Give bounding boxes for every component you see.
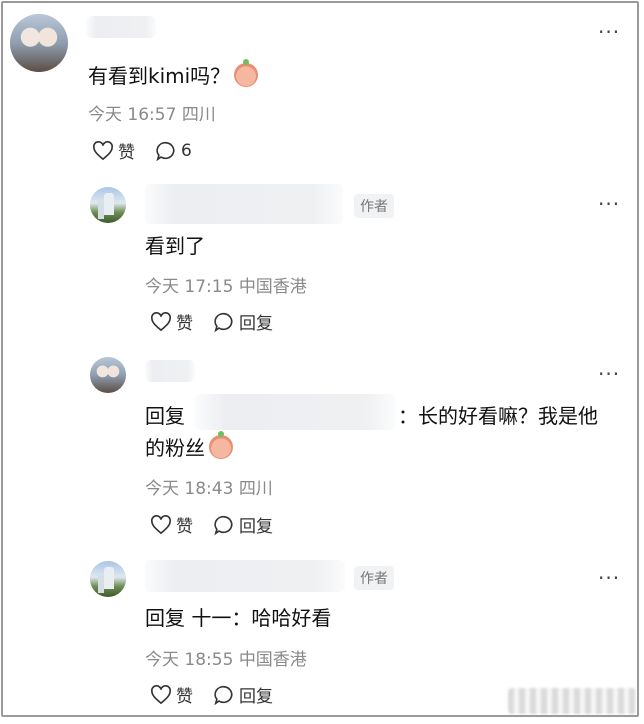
reply-label: 回复 [239, 687, 273, 707]
like-label: 赞 [176, 517, 193, 537]
reply-meta: 今天 18:43 四川 [145, 479, 273, 499]
reply-actions: 赞 回复 [150, 682, 293, 707]
heart-icon [151, 514, 171, 534]
more-options-icon[interactable]: ··· [598, 362, 620, 386]
blurred-username [86, 16, 156, 38]
emoji-icon [234, 59, 259, 87]
blurred-username [145, 560, 345, 592]
avatar[interactable] [90, 187, 126, 223]
reply-text: 回复 十一：哈哈好看 [145, 606, 332, 630]
reply-count: 6 [181, 140, 192, 161]
author-badge: 作者 [354, 566, 394, 590]
like-label: 赞 [176, 687, 193, 707]
avatar[interactable] [90, 561, 126, 597]
reply-button[interactable]: 回复 [213, 682, 273, 707]
reply-label: 回复 [239, 517, 273, 537]
like-button[interactable]: 赞 [150, 309, 193, 334]
reply-label: 回复 [239, 314, 273, 334]
like-button[interactable]: 赞 [150, 682, 193, 707]
reply-button[interactable]: 回复 [213, 512, 273, 537]
author-badge: 作者 [354, 194, 394, 218]
more-options-icon[interactable]: ··· [598, 20, 620, 44]
blurred-mention [195, 394, 395, 430]
reply-button[interactable]: 回复 [213, 309, 273, 334]
like-label: 赞 [176, 314, 193, 334]
heart-icon [151, 311, 171, 331]
reply-meta: 今天 17:15 中国香港 [145, 277, 307, 297]
reply-text: 看到了 [145, 234, 205, 258]
more-options-icon[interactable]: ··· [598, 566, 620, 590]
reply-actions: 赞 回复 [150, 309, 293, 334]
reply-actions: 赞 回复 [150, 512, 293, 537]
reply-bubble-icon [214, 685, 233, 705]
avatar[interactable] [90, 357, 126, 393]
reply-meta: 今天 18:55 中国香港 [145, 650, 307, 670]
emoji-icon [209, 431, 233, 459]
comment-actions: 赞 6 [92, 138, 212, 163]
like-label: 赞 [118, 143, 135, 163]
comment-text: 有看到kimi吗？ [88, 59, 259, 89]
comment-bubble-icon [156, 141, 175, 161]
blurred-username [145, 184, 343, 224]
comment-button[interactable]: 6 [155, 140, 192, 162]
reply-bubble-icon [214, 312, 233, 332]
blurred-watermark [508, 688, 636, 714]
reply-text-line2: 的粉丝 [145, 431, 233, 461]
heart-icon [151, 684, 171, 704]
reply-text-line1: ：长的好看嘛？我是他 [398, 404, 598, 428]
avatar[interactable] [10, 14, 68, 72]
reply-bubble-icon [214, 515, 233, 535]
reply-text: 回复 [145, 404, 185, 428]
blurred-username [145, 360, 195, 382]
heart-icon [93, 140, 113, 160]
like-button[interactable]: 赞 [92, 138, 135, 163]
like-button[interactable]: 赞 [150, 512, 193, 537]
comment-meta: 今天 16:57 四川 [88, 105, 216, 125]
more-options-icon[interactable]: ··· [598, 192, 620, 216]
